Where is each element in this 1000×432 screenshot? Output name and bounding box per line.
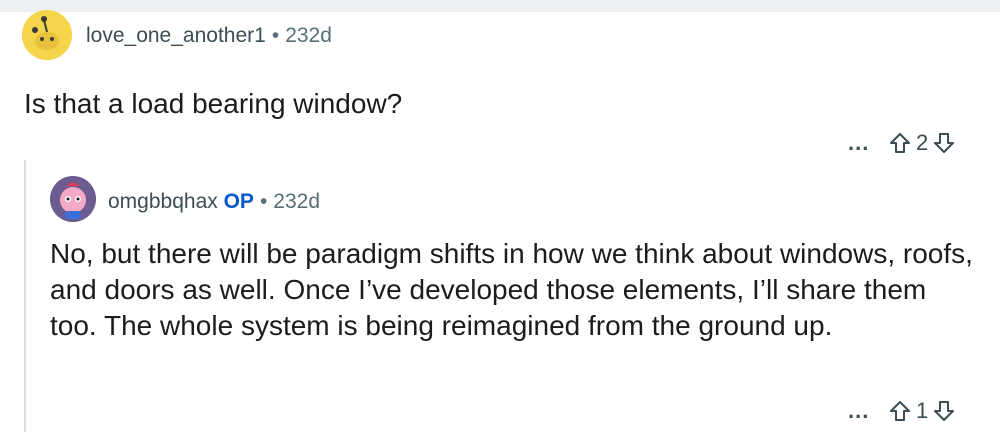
thread-line[interactable] <box>24 160 26 432</box>
comment-meta: omgbbqhax OP • 232d <box>108 190 320 214</box>
comment-body: No, but there will be paradigm shifts in… <box>50 238 973 341</box>
avatar[interactable] <box>22 10 72 60</box>
comment-age: 232d <box>285 24 332 47</box>
comment-age: 232d <box>273 190 321 213</box>
downvote-icon[interactable] <box>932 399 956 423</box>
downvote-icon[interactable] <box>932 131 956 155</box>
username[interactable]: love_one_another1 <box>86 24 266 47</box>
character-avatar-icon <box>50 176 96 222</box>
upvote-icon[interactable] <box>888 399 912 423</box>
top-divider <box>0 0 1000 12</box>
meta-separator: • <box>259 190 268 213</box>
meta-separator: • <box>271 24 280 47</box>
comment-meta: love_one_another1 • 232d <box>86 24 332 48</box>
comment-actions: ... 1 <box>848 398 956 424</box>
comment-body: Is that a load bearing window? <box>24 88 403 119</box>
upvote-icon[interactable] <box>888 131 912 155</box>
vote-score: 2 <box>916 130 929 155</box>
snoo-avatar-icon <box>22 10 72 60</box>
more-options-button[interactable]: ... <box>848 400 888 422</box>
comment-actions: ... 2 <box>848 130 956 156</box>
username[interactable]: omgbbqhax <box>108 190 218 213</box>
op-badge: OP <box>223 190 254 213</box>
more-options-button[interactable]: ... <box>848 132 888 154</box>
vote-score: 1 <box>916 398 929 423</box>
avatar[interactable] <box>50 176 96 222</box>
